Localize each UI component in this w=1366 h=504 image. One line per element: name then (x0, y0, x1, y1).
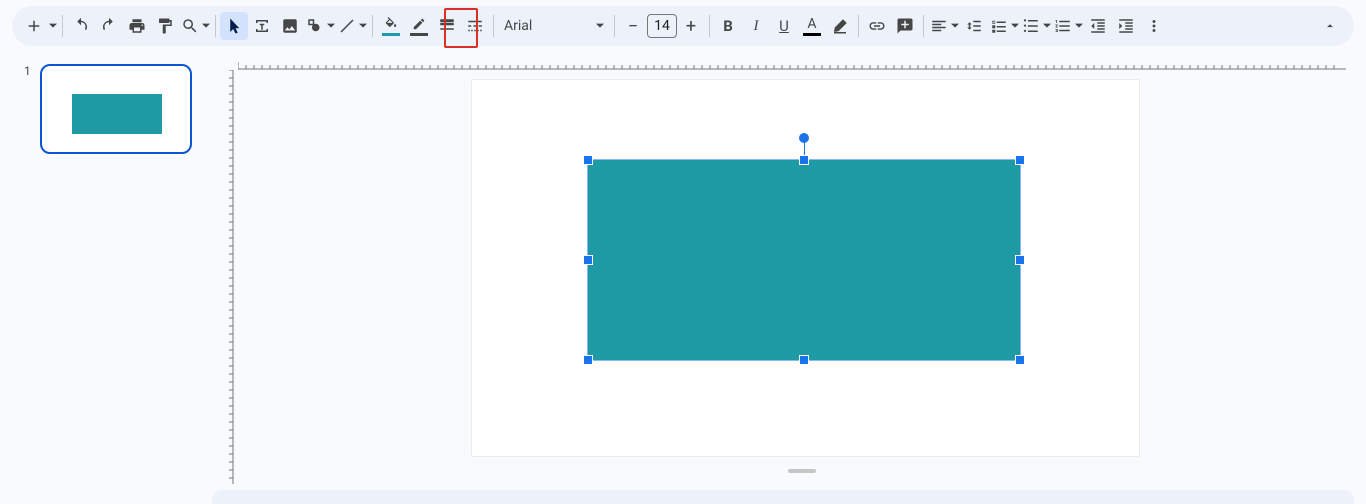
speaker-notes-resize-handle[interactable] (788, 469, 816, 473)
text-color-swatch (803, 33, 821, 36)
shape-button[interactable] (304, 12, 326, 40)
font-family-select[interactable]: Arial (498, 12, 610, 40)
border-color-button[interactable] (405, 12, 433, 40)
insert-comment-button[interactable] (891, 12, 919, 40)
main-toolbar: Arial − 14 + B I U A (12, 6, 1354, 46)
line-dropdown[interactable] (358, 22, 368, 30)
line-button[interactable] (336, 12, 358, 40)
paint-format-button[interactable] (151, 12, 179, 40)
border-weight-button[interactable] (433, 12, 461, 40)
insert-link-button[interactable] (863, 12, 891, 40)
border-dash-button[interactable] (461, 12, 489, 40)
underline-button[interactable]: U (770, 12, 798, 40)
increase-font-button[interactable]: + (677, 12, 705, 40)
new-slide-dropdown[interactable] (48, 22, 58, 30)
align-dropdown[interactable] (950, 22, 960, 30)
bulleted-list-button[interactable] (1020, 12, 1042, 40)
resize-handle-s[interactable] (800, 356, 808, 364)
resize-handle-ne[interactable] (1016, 156, 1024, 164)
toolbar-separator (858, 15, 859, 37)
fill-color-swatch (382, 33, 400, 36)
numbered-list-dropdown[interactable] (1074, 22, 1084, 30)
font-family-label: Arial (504, 18, 596, 34)
new-slide-button[interactable] (20, 12, 48, 40)
slide-canvas[interactable] (472, 80, 1139, 456)
toolbar-separator (215, 15, 216, 37)
highlight-color-button[interactable] (826, 12, 854, 40)
canvas-area (218, 54, 1366, 504)
toolbar-separator (923, 15, 924, 37)
toolbar-separator (372, 15, 373, 37)
text-color-button[interactable]: A (798, 12, 826, 40)
decrease-font-button[interactable]: − (619, 12, 647, 40)
toolbar-separator (614, 15, 615, 37)
horizontal-ruler[interactable] (238, 54, 1346, 70)
bulleted-list-dropdown[interactable] (1042, 22, 1052, 30)
increase-indent-button[interactable] (1112, 12, 1140, 40)
border-color-swatch (410, 33, 428, 36)
more-options-button[interactable] (1140, 12, 1168, 40)
vertical-ruler[interactable] (218, 70, 234, 484)
resize-handle-nw[interactable] (584, 156, 592, 164)
toolbar-separator (493, 15, 494, 37)
italic-button[interactable]: I (742, 12, 770, 40)
shape-dropdown[interactable] (326, 22, 336, 30)
slide-panel: 1 (0, 54, 210, 504)
checklist-button[interactable] (988, 12, 1010, 40)
selected-rectangle-shape[interactable] (588, 160, 1020, 360)
zoom-dropdown[interactable] (201, 22, 211, 30)
image-button[interactable] (276, 12, 304, 40)
zoom-button[interactable] (179, 12, 201, 40)
thumbnail-shape (72, 94, 162, 134)
numbered-list-button[interactable] (1052, 12, 1074, 40)
resize-handle-n[interactable] (800, 156, 808, 164)
print-button[interactable] (123, 12, 151, 40)
bold-button[interactable]: B (714, 12, 742, 40)
decrease-indent-button[interactable] (1084, 12, 1112, 40)
textbox-button[interactable] (248, 12, 276, 40)
rotation-handle[interactable] (799, 133, 809, 143)
toolbar-separator (62, 15, 63, 37)
slide-number: 1 (24, 64, 31, 78)
checklist-dropdown[interactable] (1010, 22, 1020, 30)
resize-handle-se[interactable] (1016, 356, 1024, 364)
bottom-bar (212, 490, 1354, 504)
fill-color-button[interactable] (377, 12, 405, 40)
collapse-toolbar-button[interactable] (1318, 14, 1342, 38)
font-size-input[interactable]: 14 (647, 14, 677, 38)
redo-button[interactable] (95, 12, 123, 40)
slide-thumbnail-1[interactable] (40, 64, 192, 154)
resize-handle-w[interactable] (584, 256, 592, 264)
select-tool-button[interactable] (220, 12, 248, 40)
undo-button[interactable] (67, 12, 95, 40)
resize-handle-e[interactable] (1016, 256, 1024, 264)
align-button[interactable] (928, 12, 950, 40)
toolbar-separator (709, 15, 710, 37)
line-spacing-button[interactable] (960, 12, 988, 40)
resize-handle-sw[interactable] (584, 356, 592, 364)
